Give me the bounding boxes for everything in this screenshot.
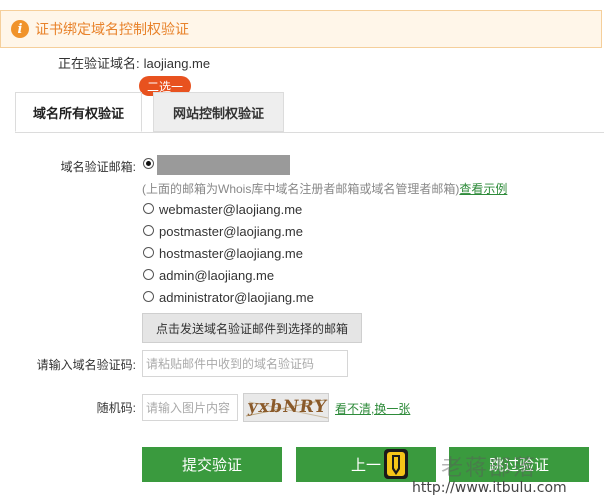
watermark-url: http://www.itbulu.com (412, 480, 567, 496)
watermark-brand: 老蒋部落 (441, 456, 538, 481)
email-radio-webmaster[interactable] (143, 203, 154, 214)
send-verification-email-button[interactable]: 点击发送域名验证邮件到选择的邮箱 (142, 313, 362, 343)
email-option-postmaster[interactable]: postmaster@laojiang.me (159, 224, 303, 239)
tab-domain-ownership[interactable]: 域名所有权验证 (15, 92, 142, 132)
email-radio-administrator[interactable] (143, 291, 154, 302)
domain-row: 正在验证域名: laojiang.me (58, 53, 210, 72)
email-radio-hostmaster[interactable] (143, 247, 154, 258)
pencil-logo-icon (384, 449, 408, 479)
email-radio-whois[interactable] (143, 158, 154, 169)
code-label: 请输入域名验证码: (36, 358, 136, 372)
email-hint-text: (上面的邮箱为Whois库中域名注册者邮箱或域名管理者邮箱) (142, 182, 460, 196)
email-option-admin[interactable]: admin@laojiang.me (159, 268, 274, 283)
email-option-webmaster[interactable]: webmaster@laojiang.me (159, 202, 302, 217)
masked-whois-email (157, 155, 290, 175)
info-icon: i (11, 20, 29, 38)
captcha-input[interactable]: 请输入图片内容 (142, 394, 238, 421)
refresh-captcha-link[interactable]: 看不清,换一张 (335, 400, 410, 417)
view-example-link[interactable]: 查看示例 (459, 182, 507, 196)
email-label: 域名验证邮箱: (60, 160, 136, 174)
notice-banner: i 证书绑定域名控制权验证 (0, 10, 602, 48)
tab-website-control[interactable]: 网站控制权验证 (153, 92, 284, 132)
notice-title: 证书绑定域名控制权验证 (35, 21, 189, 37)
verification-tabs: 域名所有权验证 网站控制权验证 (15, 92, 604, 133)
email-radio-admin[interactable] (143, 269, 154, 280)
submit-verification-button[interactable]: 提交验证 (142, 447, 282, 482)
domain-label: 正在验证域名: (58, 56, 140, 71)
verification-code-input[interactable]: 请粘贴邮件中收到的域名验证码 (142, 350, 348, 377)
captcha-label: 随机码: (96, 401, 136, 415)
previous-step-button[interactable]: 上一 (296, 447, 436, 482)
captcha-image[interactable]: yxbNRY (243, 393, 329, 422)
captcha-text: yxbNRY (246, 397, 329, 417)
email-hint: (上面的邮箱为Whois库中域名注册者邮箱或域名管理者邮箱)查看示例 (142, 180, 507, 197)
email-option-administrator[interactable]: administrator@laojiang.me (159, 290, 314, 305)
email-radio-postmaster[interactable] (143, 225, 154, 236)
domain-value: laojiang.me (143, 56, 211, 71)
email-option-hostmaster[interactable]: hostmaster@laojiang.me (159, 246, 303, 261)
